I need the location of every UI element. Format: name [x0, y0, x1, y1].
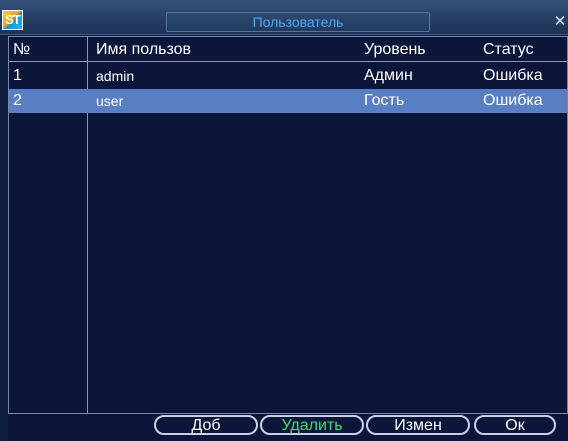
close-icon[interactable]: ✕	[552, 14, 568, 30]
row-username: user	[96, 93, 124, 109]
header-username: Имя пользов	[96, 41, 192, 58]
table-row-selected[interactable]: 2 user Гость Ошибка	[9, 89, 567, 113]
delete-button[interactable]: Удалить	[260, 415, 364, 435]
header-level: Уровень	[364, 41, 426, 58]
row-number: 1	[13, 67, 22, 84]
row-status: Ошибка	[483, 92, 543, 109]
user-management-window: ST Пользователь ✕ № Имя пользов Уровень …	[0, 0, 568, 441]
row-number: 2	[13, 92, 22, 109]
ok-button[interactable]: Ок	[474, 415, 556, 435]
row-level: Гость	[364, 92, 405, 109]
row-level: Админ	[364, 67, 413, 84]
header-number: №	[13, 41, 31, 58]
row-username: admin	[96, 68, 135, 84]
edit-button[interactable]: Измен	[366, 415, 470, 435]
user-table: № Имя пользов Уровень Статус 1 admin Адм…	[8, 36, 568, 414]
table-row[interactable]: 1 admin Админ Ошибка	[9, 64, 567, 88]
st-logo-icon: ST	[2, 10, 23, 30]
add-button[interactable]: Доб	[154, 415, 258, 435]
title-bar: ST Пользователь ✕	[0, 0, 568, 35]
title-frame: Пользователь	[166, 12, 430, 32]
header-status: Статус	[483, 41, 534, 58]
button-bar: Доб Удалить Измен Ок	[8, 414, 568, 441]
row-status: Ошибка	[483, 67, 543, 84]
table-header: № Имя пользов Уровень Статус	[9, 37, 567, 62]
window-title: Пользователь	[252, 14, 344, 30]
